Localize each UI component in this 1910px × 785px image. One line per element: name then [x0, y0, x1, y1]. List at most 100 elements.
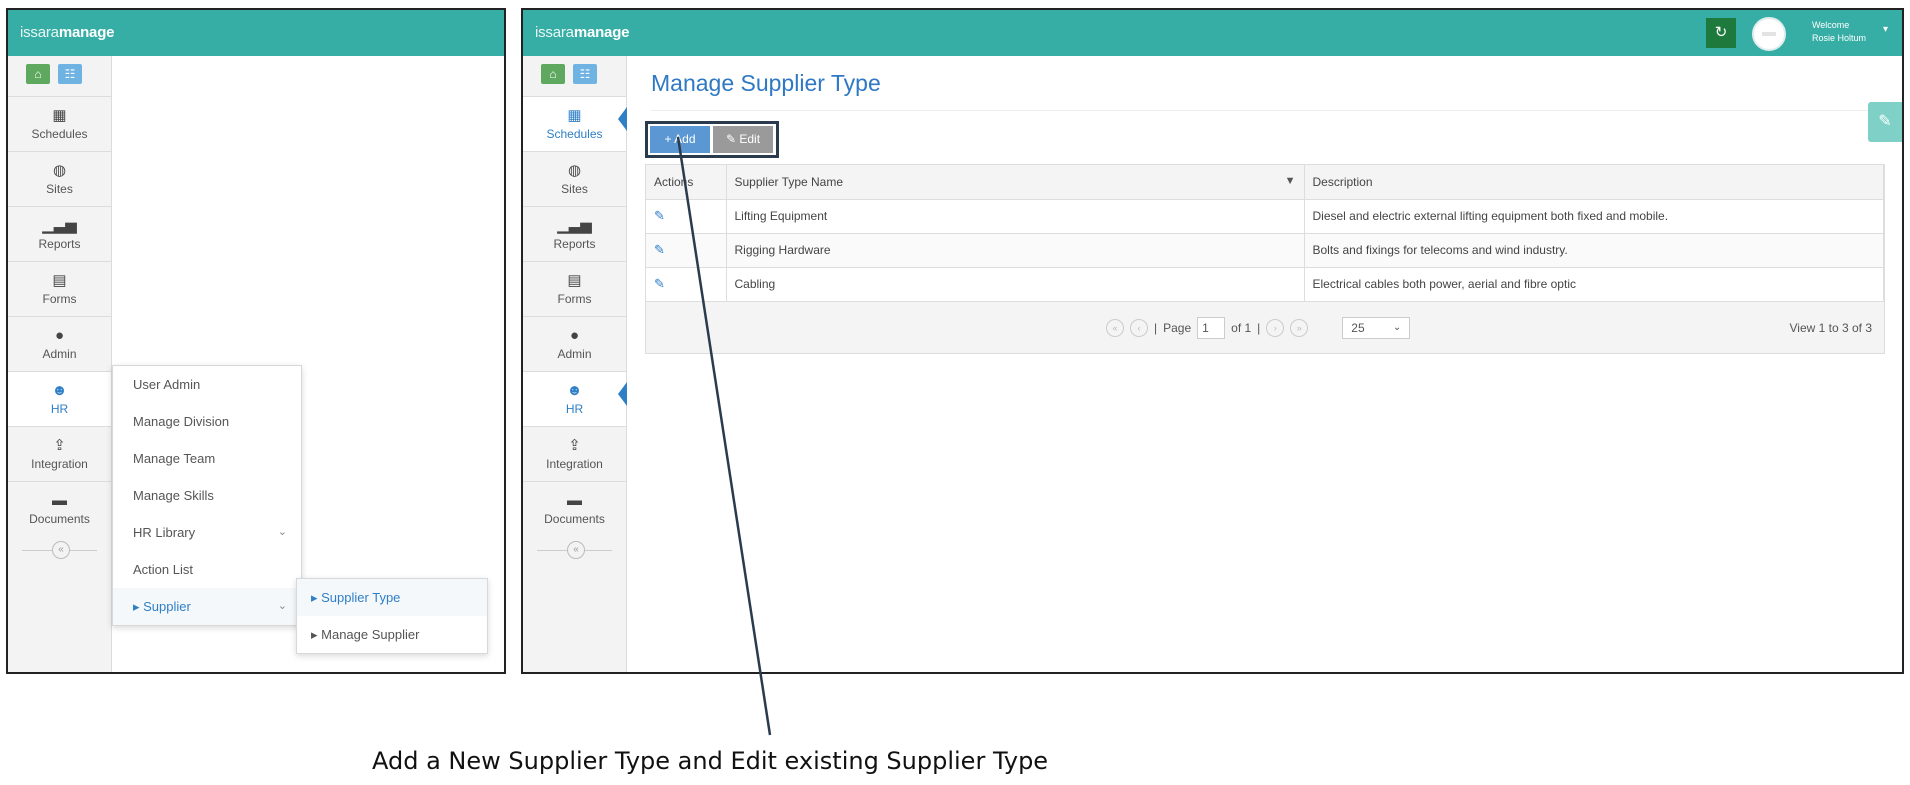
page-total-label: of 1 — [1231, 321, 1252, 335]
sidebar-item-schedules[interactable]: ▦ Schedules — [8, 96, 111, 151]
folder-icon: ▬ — [52, 492, 67, 509]
description-cell: Electrical cables both power, aerial and… — [1304, 266, 1884, 301]
pencil-icon: ✎ — [725, 132, 740, 146]
sidebar-item-forms[interactable]: ▤ Forms — [523, 261, 626, 316]
rows-per-page-select[interactable]: 25 ⌄ — [1342, 317, 1411, 339]
globe-icon: ◍ — [52, 162, 67, 179]
menu-item-supplier[interactable]: ▸ Supplier ⌄ — [113, 588, 301, 625]
chevron-down-icon[interactable]: ▾ — [1883, 24, 1888, 35]
document-icon: ▤ — [52, 272, 67, 289]
logo: issaramanage — [535, 24, 630, 41]
menu-item-hr-library[interactable]: HR Library ⌄ — [113, 514, 301, 551]
refresh-icon[interactable]: ↻ — [1706, 18, 1736, 48]
upload-icon: ⇪ — [53, 437, 66, 454]
supplier-type-name-cell: Cabling — [726, 266, 1305, 301]
first-page-icon[interactable]: « — [1106, 319, 1124, 337]
chevron-down-icon: ⌄ — [277, 526, 287, 538]
edit-note-icon[interactable]: ✎ — [1868, 102, 1902, 142]
collapse-sidebar-button[interactable]: « — [523, 536, 626, 566]
sidebar-item-documents[interactable]: ▬ Documents — [523, 481, 626, 536]
menu-item-user-admin[interactable]: User Admin — [113, 366, 301, 403]
top-bar: issaramanage ↻ Welcome Rosie Holtum ▾ — [523, 10, 1902, 56]
group-icon: ☻ — [51, 382, 68, 399]
next-page-icon[interactable]: › — [1266, 319, 1285, 337]
bar-chart-icon: ▁▃▅ — [557, 217, 592, 234]
last-page-icon[interactable]: » — [1290, 319, 1309, 337]
menu-item-action-list[interactable]: Action List — [113, 551, 301, 588]
caption: Add a New Supplier Type and Edit existin… — [372, 747, 1049, 775]
column-header-actions[interactable]: Actions — [646, 165, 727, 199]
calendar-icon: ▦ — [567, 107, 582, 124]
add-button[interactable]: + Add — [650, 126, 710, 153]
logo: issaramanage — [20, 24, 115, 41]
avatar[interactable] — [1752, 17, 1786, 51]
home-icon[interactable]: ⌂ — [541, 64, 565, 84]
sidebar-item-reports[interactable]: ▁▃▅ Reports — [523, 206, 626, 261]
user-greeting[interactable]: Welcome Rosie Holtum — [1812, 19, 1866, 45]
team-icon[interactable]: ☷ — [573, 64, 597, 84]
team-icon[interactable]: ☷ — [58, 64, 82, 84]
bar-chart-icon: ▁▃▅ — [42, 217, 77, 234]
table-header-row: Actions Supplier Type Name ▼ Description — [646, 165, 1884, 199]
supplier-type-table: Actions Supplier Type Name ▼ Description … — [645, 164, 1885, 354]
description-cell: Diesel and electric external lifting equ… — [1304, 198, 1884, 233]
description-cell: Bolts and fixings for telecoms and wind … — [1304, 232, 1884, 267]
table-row[interactable]: ✎ Rigging Hardware Bolts and fixings for… — [646, 232, 1884, 267]
sidebar-item-admin[interactable]: ● Admin — [523, 316, 626, 371]
chevron-down-icon: ⌄ — [1392, 322, 1402, 333]
chevron-left-icon: « — [567, 541, 585, 559]
right-screenshot-panel: issaramanage ↻ Welcome Rosie Holtum ▾ ⌂ ☷… — [521, 8, 1904, 674]
page-number-input[interactable]: 1 — [1197, 317, 1226, 339]
chevron-left-icon: « — [52, 541, 70, 559]
supplier-type-name-cell: Lifting Equipment — [726, 198, 1305, 233]
pager-summary: View 1 to 3 of 3 — [1789, 321, 1873, 335]
sidebar: ⌂ ☷ ▦ Schedules ◍ Sites ▁▃▅ Reports ▤ Forms … — [8, 56, 112, 672]
edit-row-pencil-icon[interactable]: ✎ — [654, 242, 665, 257]
column-header-description[interactable]: Description — [1304, 165, 1884, 199]
sidebar-item-documents[interactable]: ▬ Documents — [8, 481, 111, 536]
chevron-down-icon: ⌄ — [277, 600, 287, 612]
user-icon: ● — [54, 327, 65, 344]
edit-row-pencil-icon[interactable]: ✎ — [654, 208, 665, 223]
supplier-submenu: ▸ Supplier Type ▸ Manage Supplier — [296, 578, 488, 654]
sidebar-item-reports[interactable]: ▁▃▅ Reports — [8, 206, 111, 261]
sidebar: ⌂ ☷ ▦ Schedules ◍ Sites ▁▃▅ Reports ▤ Forms … — [523, 56, 627, 672]
pager: « ‹ | Page 1 of 1 | › » 25 ⌄ View 1 to 3 … — [646, 301, 1884, 353]
column-header-supplier-type-name[interactable]: Supplier Type Name ▼ — [726, 165, 1305, 199]
prev-page-icon[interactable]: ‹ — [1130, 319, 1148, 337]
filter-icon[interactable]: ▼ — [1285, 175, 1296, 187]
supplier-type-name-cell: Rigging Hardware — [726, 232, 1305, 267]
menu-item-manage-supplier[interactable]: ▸ Manage Supplier — [297, 616, 487, 653]
user-icon: ● — [569, 327, 580, 344]
home-icon[interactable]: ⌂ — [26, 64, 50, 84]
edit-row-pencil-icon[interactable]: ✎ — [654, 276, 665, 291]
top-bar: issaramanage — [8, 10, 504, 56]
toolbar-highlight: + Add ✎ Edit — [645, 121, 779, 158]
menu-item-manage-team[interactable]: Manage Team — [113, 440, 301, 477]
collapse-sidebar-button[interactable]: « — [8, 536, 111, 566]
table-row[interactable]: ✎ Lifting Equipment Diesel and electric … — [646, 198, 1884, 233]
calendar-icon: ▦ — [52, 107, 67, 124]
sidebar-item-integration[interactable]: ⇪ Integration — [523, 426, 626, 481]
table-row[interactable]: ✎ Cabling Electrical cables both power, … — [646, 266, 1884, 301]
group-icon: ☻ — [566, 382, 583, 399]
sidebar-item-schedules[interactable]: ▦ Schedules — [523, 96, 627, 151]
globe-icon: ◍ — [567, 162, 582, 179]
sidebar-item-admin[interactable]: ● Admin — [8, 316, 111, 371]
menu-item-manage-division[interactable]: Manage Division — [113, 403, 301, 440]
menu-item-supplier-type[interactable]: ▸ Supplier Type — [297, 579, 487, 616]
sidebar-item-sites[interactable]: ◍ Sites — [8, 151, 111, 206]
edit-button[interactable]: ✎ Edit — [713, 126, 773, 153]
page-label: Page — [1163, 321, 1192, 335]
menu-item-manage-skills[interactable]: Manage Skills — [113, 477, 301, 514]
sidebar-item-hr[interactable]: ☻ HR — [523, 371, 627, 426]
sidebar-item-integration[interactable]: ⇪ Integration — [8, 426, 111, 481]
document-icon: ▤ — [567, 272, 582, 289]
sidebar-item-hr[interactable]: ☻ HR — [8, 371, 111, 426]
left-screenshot-panel: issaramanage ⌂ ☷ ▦ Schedules ◍ Sites ▁▃▅ Re… — [6, 8, 506, 674]
folder-icon: ▬ — [567, 492, 582, 509]
divider — [651, 110, 1882, 111]
sidebar-item-sites[interactable]: ◍ Sites — [523, 151, 626, 206]
sidebar-item-forms[interactable]: ▤ Forms — [8, 261, 111, 316]
hr-menu: User Admin Manage Division Manage Team M… — [112, 365, 302, 626]
